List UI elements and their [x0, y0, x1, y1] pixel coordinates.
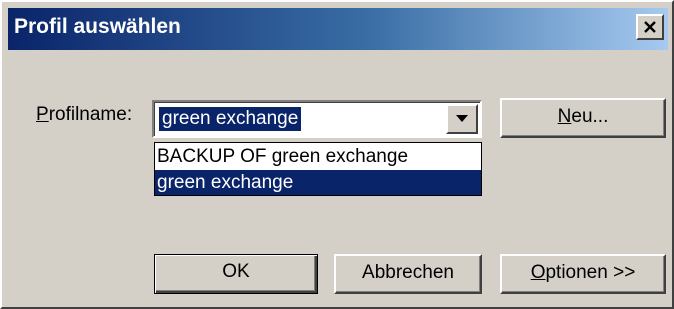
profile-option-green-exchange[interactable]: green exchange [155, 170, 481, 195]
dropdown-toggle-button[interactable] [446, 104, 478, 134]
cancel-button[interactable]: Abbrechen [334, 254, 482, 294]
profile-name-value: green exchange [157, 106, 303, 132]
new-button-text: eu... [571, 106, 609, 127]
profile-option-backup[interactable]: BACKUP OF green exchange [155, 144, 481, 169]
options-button-mnemonic: O [530, 262, 546, 283]
dialog-title: Profil auswählen [14, 15, 181, 38]
close-button[interactable] [636, 14, 664, 40]
new-button-mnemonic: N [557, 106, 572, 127]
profile-name-label-mnemonic: P [36, 104, 49, 125]
profile-dialog: Profil auswählen Profilname: green excha… [0, 0, 674, 309]
chevron-down-icon [456, 115, 468, 122]
title-bar[interactable]: Profil auswählen [8, 8, 668, 50]
options-button[interactable]: Optionen >> [500, 254, 666, 294]
options-button-text: ptionen >> [545, 262, 636, 283]
profile-name-label: Profilname: [36, 104, 132, 126]
new-profile-button[interactable]: Neu... [500, 98, 666, 138]
ok-button[interactable]: OK [154, 254, 318, 294]
close-icon [644, 21, 656, 33]
profile-name-label-text: rofilname: [48, 104, 133, 125]
profile-name-combobox[interactable]: green exchange [152, 100, 482, 138]
profile-dropdown-list: BACKUP OF green exchange green exchange [154, 142, 482, 196]
